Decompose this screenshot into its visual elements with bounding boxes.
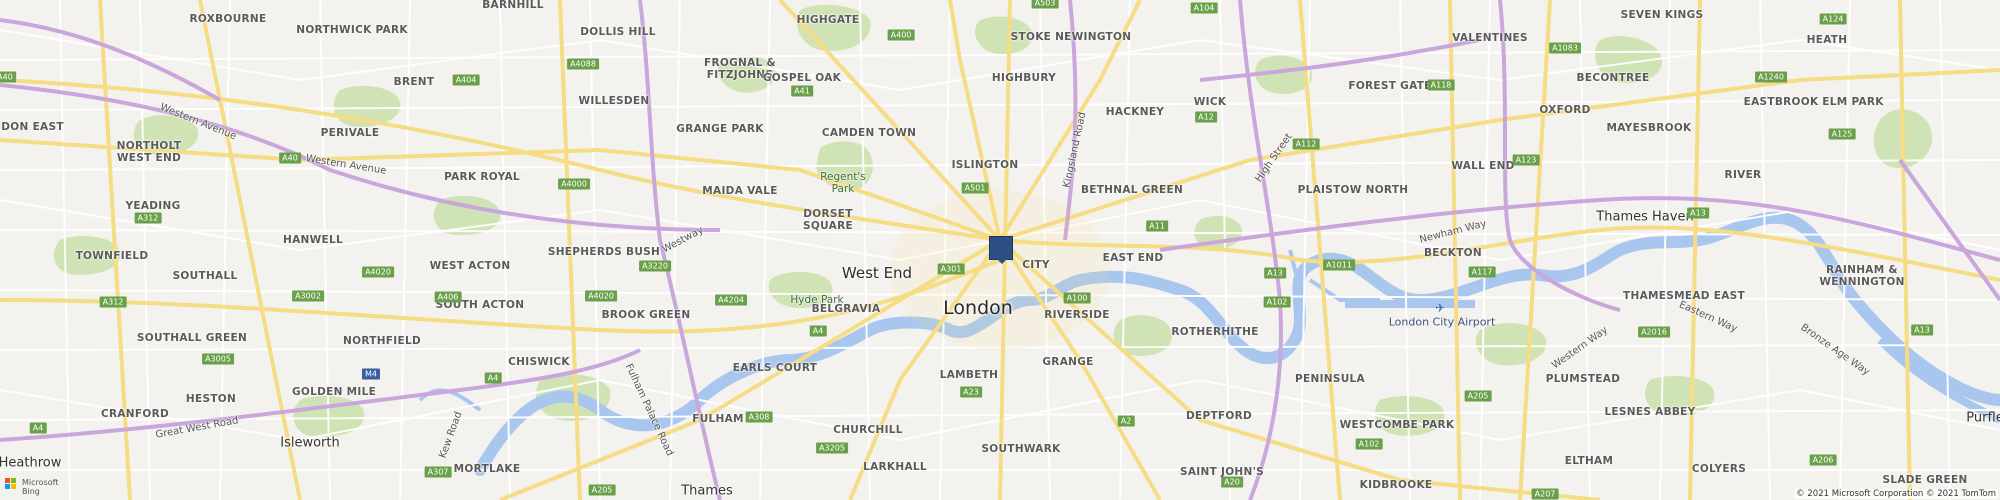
bing-logo: Microsoft Bing: [2, 476, 62, 498]
copyright-text: © 2021 Microsoft Corporation © 2021 TomT…: [1794, 489, 1998, 499]
location-pin-marker[interactable]: [989, 236, 1013, 264]
airport-icon: ✈: [1434, 301, 1446, 315]
map-canvas[interactable]: Isleworth Thames Haven Heathrow Purfle L…: [0, 0, 2000, 500]
logo-text: Microsoft Bing: [22, 478, 59, 496]
